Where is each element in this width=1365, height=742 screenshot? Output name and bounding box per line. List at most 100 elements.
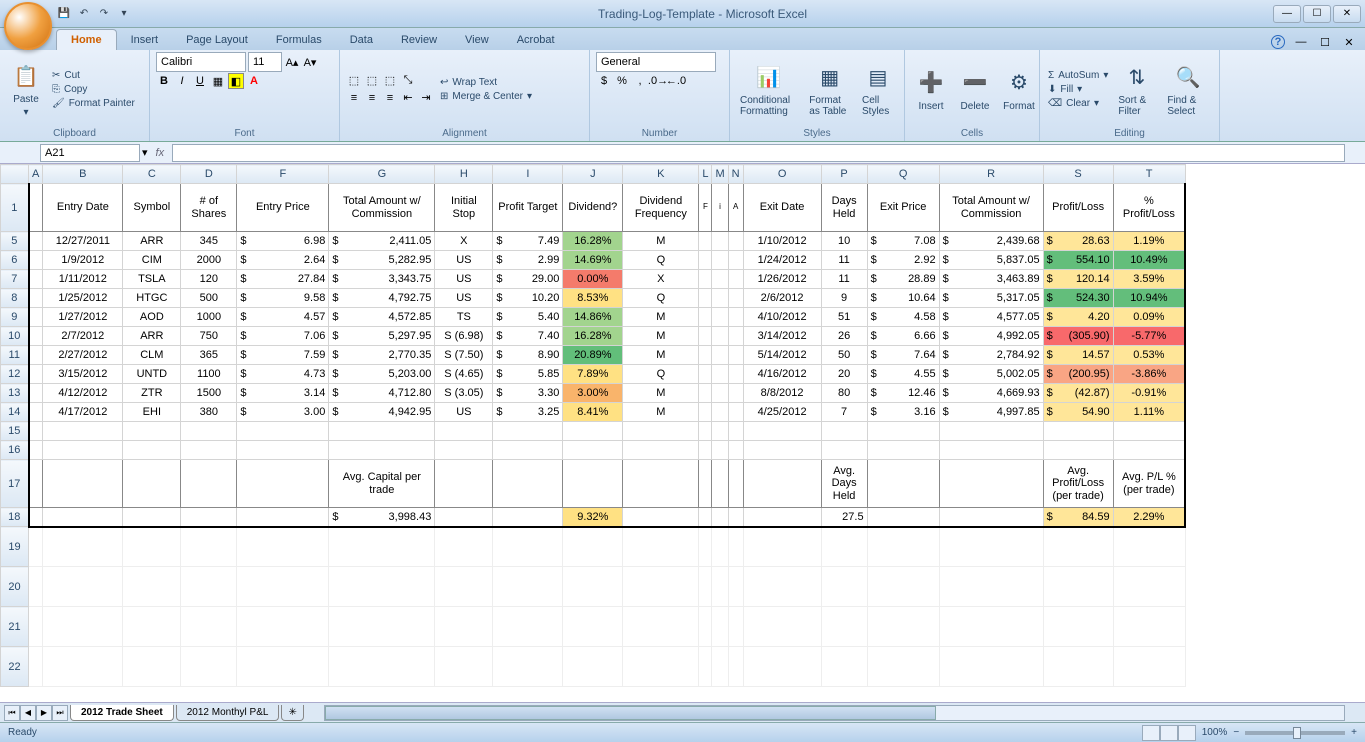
col-header[interactable]: F xyxy=(237,165,329,184)
view-layout-icon[interactable] xyxy=(1160,725,1178,741)
worksheet-grid[interactable]: ABCDFGHIJKLMNOPQRST1 Entry DateSymbol# o… xyxy=(0,164,1365,702)
tab-home[interactable]: Home xyxy=(56,29,117,50)
cut-button[interactable]: ✂Cut xyxy=(50,69,137,82)
format-painter-button[interactable]: 🖌Format Painter xyxy=(50,97,137,110)
col-header[interactable]: T xyxy=(1113,165,1185,184)
tab-view[interactable]: View xyxy=(451,30,503,50)
cell-styles-button[interactable]: ▤Cell Styles xyxy=(858,59,898,119)
sheet-tab-new[interactable]: ✳ xyxy=(281,705,303,721)
copy-button[interactable]: ⎘Copy xyxy=(50,83,137,96)
align-right-icon[interactable]: ≡ xyxy=(382,90,398,106)
view-pagebreak-icon[interactable] xyxy=(1178,725,1196,741)
align-bottom-icon[interactable]: ⬚ xyxy=(382,73,398,89)
tab-acrobat[interactable]: Acrobat xyxy=(503,30,569,50)
row-header[interactable]: 17 xyxy=(1,460,29,508)
sort-filter-button[interactable]: ⇅Sort & Filter xyxy=(1114,59,1159,119)
align-top-icon[interactable]: ⬚ xyxy=(346,73,362,89)
align-left-icon[interactable]: ≡ xyxy=(346,90,362,106)
col-header[interactable]: D xyxy=(181,165,237,184)
merge-center-button[interactable]: ⊞Merge & Center ▾ xyxy=(438,90,534,103)
border-icon[interactable]: ▦ xyxy=(210,73,226,89)
font-color-icon[interactable]: A xyxy=(246,73,262,89)
bold-button[interactable]: B xyxy=(156,73,172,89)
col-header[interactable]: I xyxy=(493,165,563,184)
tab-nav-next[interactable]: ▶ xyxy=(36,705,52,721)
find-select-button[interactable]: 🔍Find & Select xyxy=(1163,59,1213,119)
align-middle-icon[interactable]: ⬚ xyxy=(364,73,380,89)
minimize-ribbon-icon[interactable]: — xyxy=(1293,34,1309,50)
font-name-input[interactable] xyxy=(156,52,246,72)
italic-button[interactable]: I xyxy=(174,73,190,89)
tab-insert[interactable]: Insert xyxy=(117,30,173,50)
row-header[interactable]: 19 xyxy=(1,527,29,567)
col-header[interactable]: B xyxy=(43,165,123,184)
row-header[interactable]: 11 xyxy=(1,346,29,365)
row-header[interactable]: 21 xyxy=(1,607,29,647)
row-header[interactable]: 8 xyxy=(1,289,29,308)
orientation-icon[interactable]: ⤡ xyxy=(400,73,416,89)
minimize-button[interactable]: — xyxy=(1273,5,1301,23)
row-header[interactable]: 13 xyxy=(1,384,29,403)
autosum-button[interactable]: ΣAutoSum ▾ xyxy=(1046,69,1110,82)
col-header[interactable]: A xyxy=(29,165,43,184)
format-as-table-button[interactable]: ▦Format as Table xyxy=(805,59,854,119)
name-box-dropdown-icon[interactable]: ▾ xyxy=(142,146,148,159)
row-header[interactable]: 14 xyxy=(1,403,29,422)
sheet-tab-active[interactable]: 2012 Trade Sheet xyxy=(70,705,174,721)
col-header[interactable]: R xyxy=(939,165,1043,184)
tab-nav-last[interactable]: ⏭ xyxy=(52,705,68,721)
row-header[interactable]: 18 xyxy=(1,508,29,527)
tab-data[interactable]: Data xyxy=(336,30,387,50)
dec-decimal-icon[interactable]: ←.0 xyxy=(668,73,684,89)
row-header[interactable]: 12 xyxy=(1,365,29,384)
row-header[interactable]: 5 xyxy=(1,232,29,251)
wrap-text-button[interactable]: ↩Wrap Text xyxy=(438,76,534,89)
row-header[interactable]: 9 xyxy=(1,308,29,327)
indent-dec-icon[interactable]: ⇤ xyxy=(400,90,416,106)
clear-button[interactable]: ⌫Clear ▾ xyxy=(1046,97,1110,110)
tab-review[interactable]: Review xyxy=(387,30,451,50)
row-header[interactable]: 6 xyxy=(1,251,29,270)
col-header[interactable] xyxy=(1,165,29,184)
currency-icon[interactable]: $ xyxy=(596,73,612,89)
fill-button[interactable]: ⬇Fill ▾ xyxy=(1046,83,1110,96)
redo-icon[interactable]: ↷ xyxy=(96,6,112,22)
row-header[interactable]: 20 xyxy=(1,567,29,607)
formula-input[interactable] xyxy=(172,144,1345,162)
save-icon[interactable]: 💾 xyxy=(56,6,72,22)
sheet-tab-other[interactable]: 2012 Monthyl P&L xyxy=(176,705,280,721)
row-header[interactable]: 1 xyxy=(1,184,29,232)
maximize-button[interactable]: ☐ xyxy=(1303,5,1331,23)
conditional-formatting-button[interactable]: 📊Conditional Formatting xyxy=(736,59,801,119)
shrink-font-icon[interactable]: A▾ xyxy=(302,54,318,70)
fx-icon[interactable]: fx xyxy=(156,147,165,159)
inc-decimal-icon[interactable]: .0→ xyxy=(650,73,666,89)
row-header[interactable]: 16 xyxy=(1,441,29,460)
row-header[interactable]: 22 xyxy=(1,647,29,687)
col-header[interactable]: J xyxy=(563,165,623,184)
align-center-icon[interactable]: ≡ xyxy=(364,90,380,106)
col-header[interactable]: P xyxy=(821,165,867,184)
horizontal-scrollbar[interactable] xyxy=(324,705,1345,721)
row-header[interactable]: 7 xyxy=(1,270,29,289)
number-format-input[interactable] xyxy=(596,52,716,72)
office-button[interactable] xyxy=(4,2,52,50)
delete-cells-button[interactable]: ➖Delete xyxy=(955,65,995,114)
col-header[interactable]: Q xyxy=(867,165,939,184)
zoom-slider[interactable] xyxy=(1245,731,1345,735)
col-header[interactable]: K xyxy=(623,165,699,184)
percent-icon[interactable]: % xyxy=(614,73,630,89)
comma-icon[interactable]: , xyxy=(632,73,648,89)
row-header[interactable]: 10 xyxy=(1,327,29,346)
name-box[interactable]: A21 xyxy=(40,144,140,162)
col-header[interactable]: L xyxy=(699,165,712,184)
col-header[interactable]: N xyxy=(728,165,743,184)
font-size-input[interactable] xyxy=(248,52,282,72)
col-header[interactable]: C xyxy=(123,165,181,184)
format-cells-button[interactable]: ⚙Format xyxy=(999,65,1039,114)
tab-nav-first[interactable]: ⏮ xyxy=(4,705,20,721)
qat-dropdown-icon[interactable]: ▾ xyxy=(116,6,132,22)
paste-button[interactable]: 📋Paste▾ xyxy=(6,58,46,120)
underline-button[interactable]: U xyxy=(192,73,208,89)
close-button[interactable]: ✕ xyxy=(1333,5,1361,23)
